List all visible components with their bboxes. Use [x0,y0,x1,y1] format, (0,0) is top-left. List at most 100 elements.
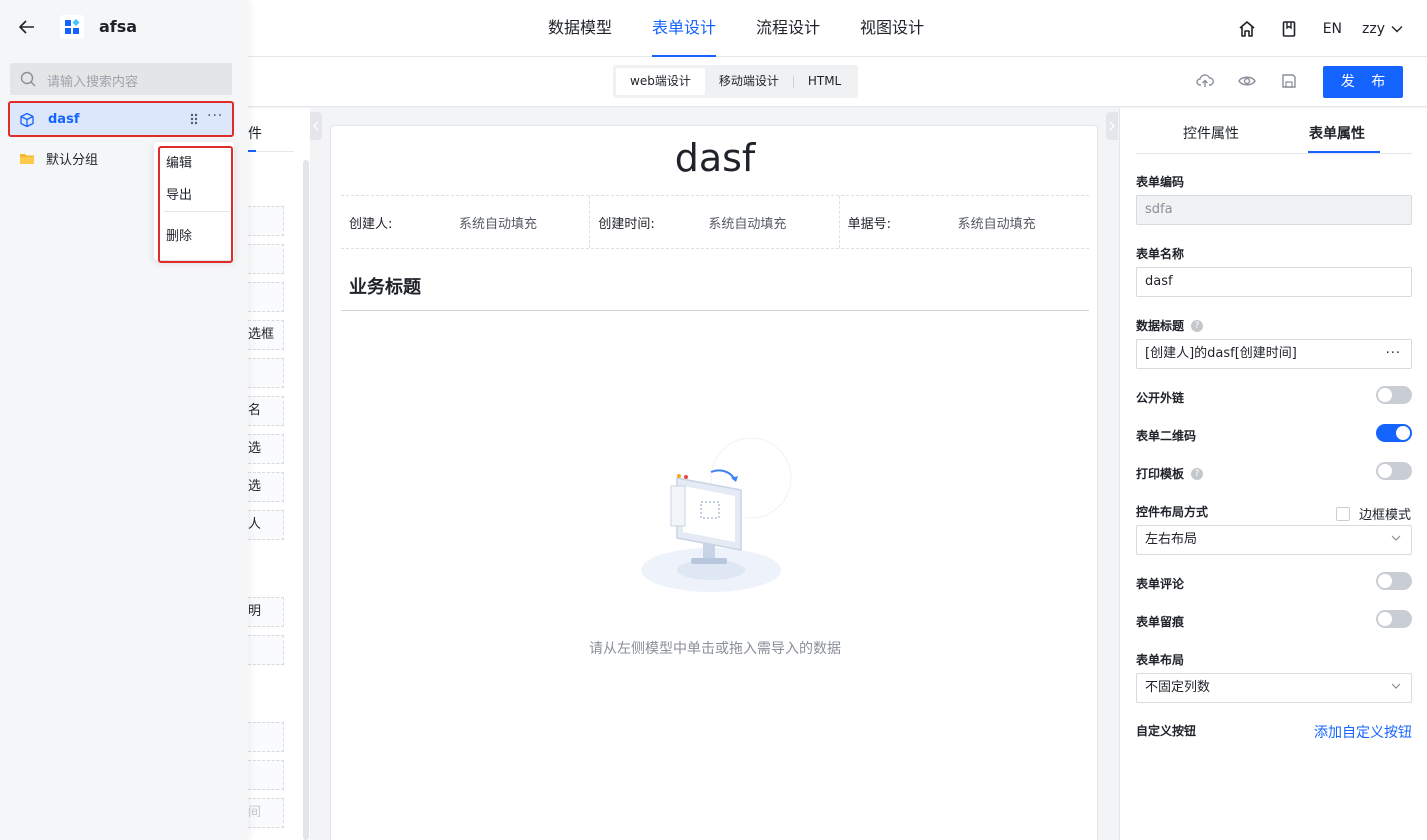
creator-value: 系统自动填充 [459,216,538,232]
data-title-input[interactable]: [创建人]的dasf[创建时间] ··· [1136,339,1412,369]
help-icon[interactable]: ? [1191,319,1204,332]
component-item[interactable] [248,244,284,274]
component-tab[interactable]: 件 [248,123,262,143]
tab-form-design[interactable]: 表单设计 [652,0,717,57]
create-time-label: 创建时间: [598,216,655,232]
component-item[interactable] [248,760,284,790]
chevron-right-icon [1109,121,1115,131]
creator-field[interactable]: 创建人: 系统自动填充 [341,196,591,248]
folder-icon [20,153,34,164]
layout-mode-value: 左右布局 [1145,532,1198,547]
form-code-label: 表单编码 [1136,175,1185,189]
document-no-value: 系统自动填充 [957,216,1036,232]
mode-mobile[interactable]: 移动端设计 [705,68,793,95]
mode-html[interactable]: HTML [794,68,855,95]
active-tab-indicator [1308,151,1380,153]
group-item-default[interactable]: 默认分组 [19,147,98,169]
mode-web[interactable]: web端设计 [616,68,705,95]
component-scrollbar[interactable] [303,160,309,840]
component-item[interactable]: 明 [248,597,284,627]
properties-panel: 控件属性 表单属性 表单编码 sdfa 表单名称 dasf 数据标题 ? [创建… [1119,108,1427,840]
app-name: afsa [99,17,138,36]
tab-view-design[interactable]: 视图设计 [860,0,924,57]
component-item[interactable]: 选 [248,434,284,464]
public-link-toggle[interactable] [1376,386,1412,404]
empty-state-hint: 请从左侧模型中单击或拖入需导入的数据 [589,641,841,657]
user-menu[interactable]: zzy [1362,21,1403,37]
business-title[interactable]: 业务标题 [349,273,421,299]
collapse-left-panel[interactable] [310,112,322,140]
tab-form-properties[interactable]: 表单属性 [1309,123,1365,143]
component-item[interactable] [248,635,284,665]
print-template-label: 打印模板 [1136,467,1185,481]
empty-state-illustration [631,437,801,598]
create-time-field[interactable]: 创建时间: 系统自动填充 [590,196,840,248]
print-template-label-row: 打印模板 ? [1136,465,1204,482]
form-item-selected[interactable]: dasf ··· [8,101,234,137]
form-item-label: dasf [48,112,80,127]
more-icon[interactable]: ··· [1386,340,1401,368]
component-item[interactable]: 名 [248,396,284,426]
component-item[interactable] [248,282,284,312]
custom-button-label: 自定义按钮 [1136,724,1197,738]
tab-data-model[interactable]: 数据模型 [548,0,612,57]
more-icon[interactable]: ··· [207,108,223,124]
form-layout-value: 不固定列数 [1145,680,1211,695]
chevron-down-icon [1391,25,1403,32]
chevron-down-icon [1391,535,1401,541]
form-title[interactable]: dasf [331,136,1099,180]
form-layout-select[interactable]: 不固定列数 [1136,673,1412,703]
border-mode-option[interactable]: 边框模式 [1336,504,1411,523]
form-canvas: dasf 创建人: 系统自动填充 创建时间: 系统自动填充 单据号: 系统自动填… [330,125,1098,840]
create-time-value: 系统自动填充 [708,216,787,232]
help-icon[interactable]: ? [1191,467,1204,480]
data-title-label-row: 数据标题 ? [1136,317,1204,334]
print-template-toggle[interactable] [1376,462,1412,480]
group-item-label: 默认分组 [46,152,99,168]
public-link-label: 公开外链 [1136,391,1185,405]
component-panel: 件 选框 名 选 选 人 明 间 [248,108,310,840]
border-mode-label: 边框模式 [1359,508,1412,523]
document-no-field[interactable]: 单据号: 系统自动填充 [840,196,1089,248]
form-name-input[interactable]: dasf [1136,267,1412,297]
form-name-label: 表单名称 [1136,247,1185,261]
publish-button[interactable]: 发 布 [1323,66,1403,98]
form-comment-label: 表单评论 [1136,577,1185,591]
qr-code-toggle[interactable] [1376,424,1412,442]
component-item[interactable]: 选框 [248,320,284,350]
collapse-right-panel[interactable] [1106,112,1118,140]
qr-code-label: 表单二维码 [1136,429,1197,443]
properties-tabs: 控件属性 表单属性 [1136,108,1412,154]
form-trace-toggle[interactable] [1376,610,1412,628]
component-item[interactable] [248,722,284,752]
search-input[interactable]: 请输入搜索内容 [10,63,232,95]
save-icon[interactable] [1279,71,1299,91]
component-tab-indicator [248,150,256,152]
component-item[interactable] [248,358,284,388]
component-item[interactable]: 选 [248,472,284,502]
cloud-upload-icon[interactable] [1195,71,1215,91]
component-item[interactable]: 间 [248,798,284,828]
drawer-header: afsa [0,0,248,55]
language-switch[interactable]: EN [1323,21,1342,37]
home-icon[interactable] [1237,19,1257,39]
back-arrow-icon[interactable] [18,18,36,36]
document-no-label: 单据号: [847,216,892,232]
component-item[interactable]: 人 [248,510,284,540]
drag-handle-icon[interactable] [190,113,198,125]
add-custom-button-link[interactable]: 添加自定义按钮 [1314,722,1412,742]
border-mode-checkbox[interactable] [1336,506,1350,521]
form-comment-toggle[interactable] [1376,572,1412,590]
user-name: zzy [1362,20,1385,37]
top-nav-tabs: 数据模型 表单设计 流程设计 视图设计 [548,0,964,57]
tab-flow-design[interactable]: 流程设计 [756,0,820,57]
search-icon [20,71,36,87]
component-item[interactable] [248,206,284,236]
eye-icon[interactable] [1237,71,1257,91]
tab-control-properties[interactable]: 控件属性 [1183,123,1239,143]
book-icon[interactable] [1279,19,1299,39]
form-code-input[interactable]: sdfa [1136,195,1412,225]
layout-mode-select[interactable]: 左右布局 [1136,525,1412,555]
form-list-drawer: afsa 请输入搜索内容 dasf ··· 默认分组 [0,0,248,840]
chevron-left-icon [313,121,319,131]
